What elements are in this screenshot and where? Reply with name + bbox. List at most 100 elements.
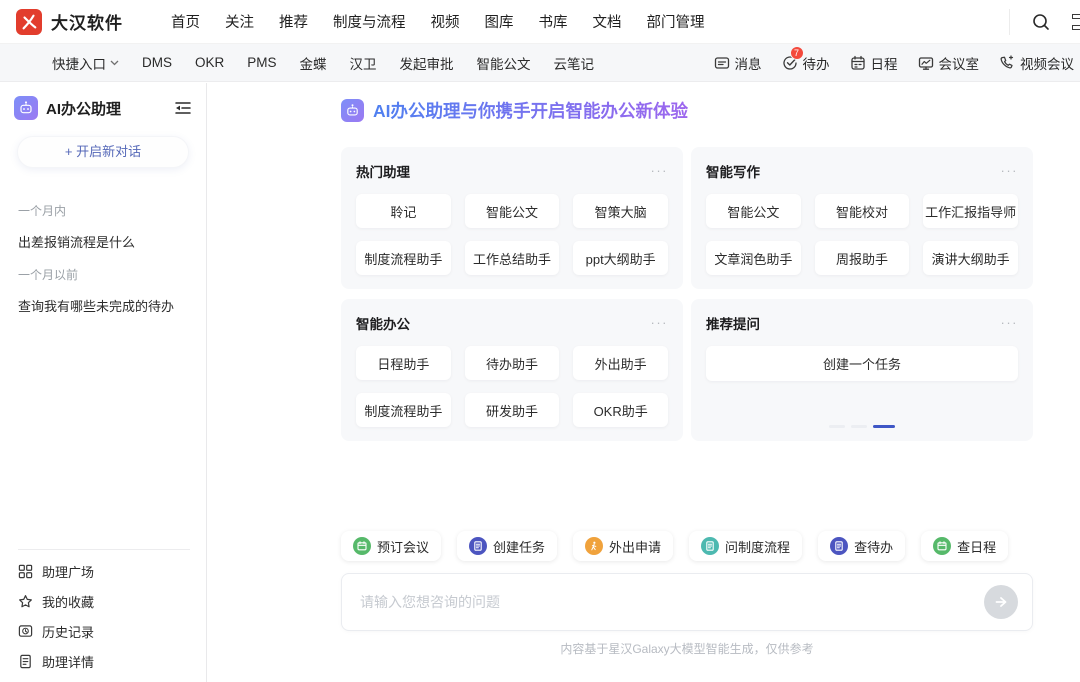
chip-label: 预订会议 <box>377 537 429 556</box>
quick-link-smart-doc[interactable]: 智能公文 <box>477 53 531 73</box>
search-icon[interactable] <box>1010 0 1072 43</box>
quick-link-pms[interactable]: PMS <box>247 55 276 70</box>
more-icon[interactable]: ··· <box>1001 167 1019 175</box>
tool-meeting-room[interactable]: 会议室 <box>918 53 980 73</box>
assistant-pill[interactable]: 演讲大纲助手 <box>923 241 1018 275</box>
assistant-pill[interactable]: 研发助手 <box>465 393 560 427</box>
quick-link-kingdee[interactable]: 金蝶 <box>300 53 327 73</box>
menu-history[interactable]: 历史记录 <box>0 616 206 646</box>
assistant-pill[interactable]: 工作汇报指导师 <box>923 194 1018 228</box>
card-suggested-questions: 推荐提问 ··· 创建一个任务 <box>691 299 1033 441</box>
apps-icon <box>18 564 33 579</box>
more-icon[interactable]: ··· <box>1001 319 1019 327</box>
chip-check-schedule[interactable]: 查日程 <box>921 531 1008 561</box>
menu-assistant-plaza-label: 助理广场 <box>42 562 94 581</box>
nav-follow[interactable]: 关注 <box>225 11 254 32</box>
assistant-pill[interactable]: 智能公文 <box>706 194 801 228</box>
sidebar-bottom-menu: 助理广场 我的收藏 历史记录 助理详情 <box>0 541 206 676</box>
chip-check-todo[interactable]: 查待办 <box>818 531 905 561</box>
menu-assistant-detail[interactable]: 助理详情 <box>0 646 206 676</box>
assistant-pill[interactable]: OKR助手 <box>573 393 668 427</box>
chevron-down-icon <box>110 60 119 66</box>
new-chat-button[interactable]: + 开启新对话 <box>17 136 189 168</box>
chip-label: 外出申请 <box>609 537 661 556</box>
calendar-icon <box>850 55 866 71</box>
top-nav-items: 首页 关注 推荐 制度与流程 视频 图库 书库 文档 部门管理 <box>171 11 705 32</box>
assistant-pill[interactable]: 智策大脑 <box>573 194 668 228</box>
history-item[interactable]: 出差报销流程是什么 <box>0 223 206 260</box>
quick-link-cloud-note[interactable]: 云笔记 <box>554 53 595 73</box>
page-title: AI办公助理与你携手开启智能办公新体验 <box>373 98 688 123</box>
history-group-label: 一个月内 <box>0 196 206 223</box>
assistant-pill[interactable]: 工作总结助手 <box>465 241 560 275</box>
assistant-pill[interactable]: 智能公文 <box>465 194 560 228</box>
policy-doc-icon <box>701 537 719 555</box>
question-input[interactable] <box>342 594 984 610</box>
pagination-dash[interactable] <box>851 425 867 428</box>
menu-assistant-plaza[interactable]: 助理广场 <box>0 556 206 586</box>
nav-recommend[interactable]: 推荐 <box>279 11 308 32</box>
history-item[interactable]: 查询我有哪些未完成的待办 <box>0 287 206 324</box>
collapse-sidebar-icon[interactable] <box>174 100 192 116</box>
nav-video[interactable]: 视频 <box>431 11 460 32</box>
nav-policy-process[interactable]: 制度与流程 <box>333 11 406 32</box>
chip-ask-policy[interactable]: 问制度流程 <box>689 531 802 561</box>
ai-robot-icon <box>14 96 38 120</box>
tool-video-meeting[interactable]: 视频会议 <box>999 53 1074 73</box>
brand-logo-block[interactable]: 大汉软件 <box>16 9 123 35</box>
chip-label: 问制度流程 <box>725 537 790 556</box>
page-heading: AI办公助理与你携手开启智能办公新体验 <box>341 98 688 123</box>
history-group-label: 一个月以前 <box>0 260 206 287</box>
quick-link-okr[interactable]: OKR <box>195 55 224 70</box>
nav-dept-admin[interactable]: 部门管理 <box>647 11 705 32</box>
brand-name: 大汉软件 <box>51 9 123 34</box>
chip-out-request[interactable]: 外出申请 <box>573 531 673 561</box>
task-doc-icon <box>469 537 487 555</box>
tool-todo-label: 待办 <box>803 53 830 73</box>
quick-entry-dropdown[interactable]: 快捷入口 <box>52 53 119 73</box>
assistant-pill[interactable]: 日程助手 <box>356 346 451 380</box>
suggested-question-pill[interactable]: 创建一个任务 <box>706 346 1018 381</box>
assistant-pill[interactable]: 待办助手 <box>465 346 560 380</box>
more-icon[interactable]: ··· <box>651 319 669 327</box>
assistant-pill[interactable]: ppt大纲助手 <box>573 241 668 275</box>
message-icon <box>714 55 730 71</box>
card-smart-writing: 智能写作 ··· 智能公文 智能校对 工作汇报指导师 文章润色助手 周报助手 演… <box>691 147 1033 289</box>
card-title: 智能写作 <box>706 161 1001 181</box>
tool-messages[interactable]: 消息 <box>714 53 762 73</box>
assistant-pill[interactable]: 制度流程助手 <box>356 393 451 427</box>
menu-my-favorites[interactable]: 我的收藏 <box>0 586 206 616</box>
quick-link-dms[interactable]: DMS <box>142 55 172 70</box>
pagination-dash-active[interactable] <box>873 425 895 428</box>
calendar-icon <box>933 537 951 555</box>
quick-link-hanwei[interactable]: 汉卫 <box>350 53 377 73</box>
assistant-pill[interactable]: 文章润色助手 <box>706 241 801 275</box>
quick-link-approval[interactable]: 发起审批 <box>400 53 454 73</box>
card-title: 智能办公 <box>356 313 651 333</box>
apps-grid-icon-partial[interactable] <box>1072 14 1080 30</box>
carousel-pagination[interactable] <box>691 425 1033 428</box>
tool-schedule-label: 日程 <box>871 53 898 73</box>
pagination-dash[interactable] <box>829 425 845 428</box>
nav-home[interactable]: 首页 <box>171 11 200 32</box>
chip-create-task[interactable]: 创建任务 <box>457 531 557 561</box>
top-navbar: 大汉软件 首页 关注 推荐 制度与流程 视频 图库 书库 文档 部门管理 <box>0 0 1080 44</box>
assistant-pill[interactable]: 制度流程助手 <box>356 241 451 275</box>
more-icon[interactable]: ··· <box>651 167 669 175</box>
tool-todo[interactable]: 7 待办 <box>782 53 830 73</box>
question-input-box <box>341 573 1033 631</box>
assistant-pill[interactable]: 周报助手 <box>815 241 910 275</box>
ai-robot-icon <box>341 99 364 122</box>
menu-history-label: 历史记录 <box>42 622 94 641</box>
tool-messages-label: 消息 <box>735 53 762 73</box>
nav-docs[interactable]: 文档 <box>593 11 622 32</box>
assistant-pill[interactable]: 聆记 <box>356 194 451 228</box>
nav-gallery[interactable]: 图库 <box>485 11 514 32</box>
assistant-pill[interactable]: 外出助手 <box>573 346 668 380</box>
assistant-pill[interactable]: 智能校对 <box>815 194 910 228</box>
card-hot-assistants: 热门助理 ··· 聆记 智能公文 智策大脑 制度流程助手 工作总结助手 ppt大… <box>341 147 683 289</box>
chip-book-meeting[interactable]: 预订会议 <box>341 531 441 561</box>
send-icon[interactable] <box>984 585 1018 619</box>
tool-schedule[interactable]: 日程 <box>850 53 898 73</box>
nav-library[interactable]: 书库 <box>539 11 568 32</box>
